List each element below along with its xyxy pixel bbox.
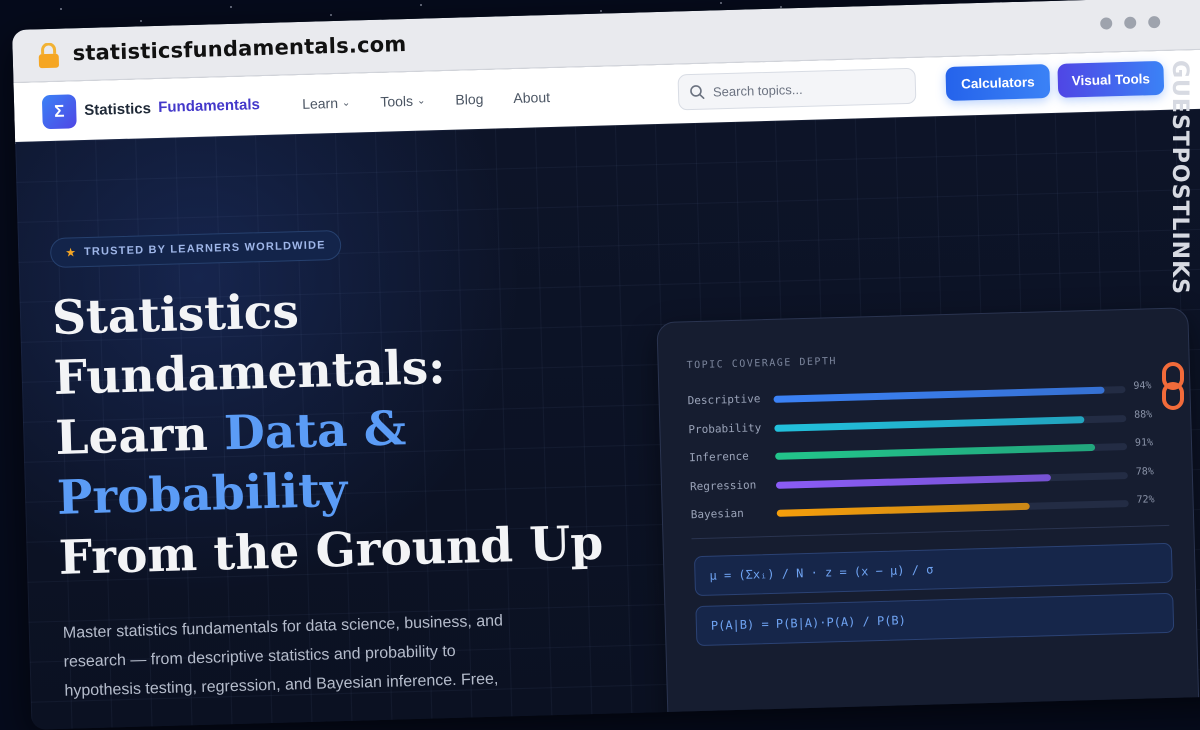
divider	[691, 524, 1170, 540]
lock-icon	[38, 42, 59, 69]
window-dot[interactable]	[1124, 16, 1137, 29]
visual-tools-button[interactable]: Visual Tools	[1057, 60, 1165, 98]
nav-blog[interactable]: Blog	[455, 91, 483, 108]
card-title: TOPIC COVERAGE DEPTH	[686, 356, 838, 372]
bar-value: 91%	[1134, 437, 1154, 449]
bar-track	[775, 471, 1128, 489]
star	[230, 6, 232, 8]
bar-value: 94%	[1133, 380, 1152, 392]
bar-track	[774, 414, 1127, 432]
url-text[interactable]: statisticsfundamentals.com	[72, 32, 406, 65]
brand-name[interactable]: Statistics	[84, 100, 151, 119]
star	[140, 20, 142, 22]
bar-track	[776, 500, 1129, 517]
nav-tools[interactable]: Tools ⌄	[380, 92, 426, 110]
chevron-down-icon: ⌄	[341, 97, 351, 109]
search-icon	[690, 85, 705, 100]
watermark: GUESTPOSTLINKS	[1162, 60, 1192, 410]
star	[600, 10, 602, 12]
hero-subtitle: Master statistics fundamentals for data …	[62, 612, 504, 700]
bar-label: Descriptive	[687, 392, 761, 408]
window-controls	[1100, 15, 1161, 30]
main-nav: Learn ⌄ Tools ⌄ Blog About	[302, 89, 550, 112]
bar-fill	[775, 473, 1051, 489]
watermark-text: GUESTPOSTLINKS	[1167, 60, 1192, 295]
search-input[interactable]: Search topics...	[677, 67, 917, 111]
nav-about[interactable]: About	[513, 89, 550, 106]
star	[60, 8, 62, 10]
chevron-down-icon: ⌄	[416, 94, 426, 107]
title-text: Learn	[54, 406, 225, 466]
formula-box: P(A|B) = P(B|A)·P(A) / P(B)	[695, 592, 1175, 647]
nav-learn[interactable]: Learn ⌄	[302, 95, 351, 112]
brand-name-accent[interactable]: Fundamentals	[158, 96, 260, 116]
star	[420, 4, 422, 6]
search-placeholder: Search topics...	[712, 81, 803, 99]
star	[330, 14, 332, 16]
bar-track	[773, 386, 1126, 403]
nav-label: About	[513, 89, 551, 107]
bar-fill	[776, 502, 1031, 517]
coverage-bar-row: Descriptive 94%	[687, 380, 1173, 411]
coverage-bar-row: Inference 91%	[689, 437, 1175, 468]
hero-section: ★ TRUSTED BY LEARNERS WORLDWIDE Statisti…	[15, 108, 1200, 730]
nav-label: Tools	[380, 92, 414, 110]
nav-label: Learn	[301, 94, 339, 112]
coverage-bar-row: Regression 78%	[690, 466, 1176, 496]
link-icon	[1162, 362, 1184, 410]
logo-icon[interactable]: Σ	[41, 94, 77, 130]
window-dot[interactable]	[1100, 17, 1113, 30]
browser-window: statisticsfundamentals.com Σ Statistics …	[12, 0, 1200, 730]
bar-label: Bayesian	[690, 506, 744, 522]
bar-value: 72%	[1136, 494, 1155, 506]
formula-box: μ = (Σxᵢ) / N · z = (x − μ) / σ	[693, 542, 1173, 597]
bar-label: Inference	[689, 449, 749, 465]
badge-text: TRUSTED BY LEARNERS WORLDWIDE	[83, 239, 326, 259]
coverage-bar-row: Bayesian 72%	[690, 494, 1177, 525]
bar-fill	[775, 443, 1096, 460]
bar-value: 88%	[1134, 408, 1153, 421]
bar-label: Probability	[688, 420, 762, 436]
bar-fill	[774, 415, 1085, 432]
coverage-bar-row: Probability 88%	[688, 409, 1174, 439]
bar-fill	[773, 386, 1105, 403]
coverage-card: TOPIC COVERAGE DEPTH Descriptive 94% Proba…	[656, 307, 1200, 730]
window-dot[interactable]	[1148, 15, 1161, 29]
nav-label: Blog	[455, 90, 484, 108]
calculators-button[interactable]: Calculators	[945, 64, 1051, 101]
star-icon: ★	[65, 245, 77, 260]
bar-label: Regression	[689, 477, 757, 493]
star	[720, 2, 722, 4]
title-accent: Data &	[223, 401, 407, 462]
bar-track	[775, 443, 1128, 460]
page-title: Statistics Fundamentals: Learn Data & Pr…	[51, 273, 619, 589]
bar-value: 78%	[1135, 465, 1154, 478]
